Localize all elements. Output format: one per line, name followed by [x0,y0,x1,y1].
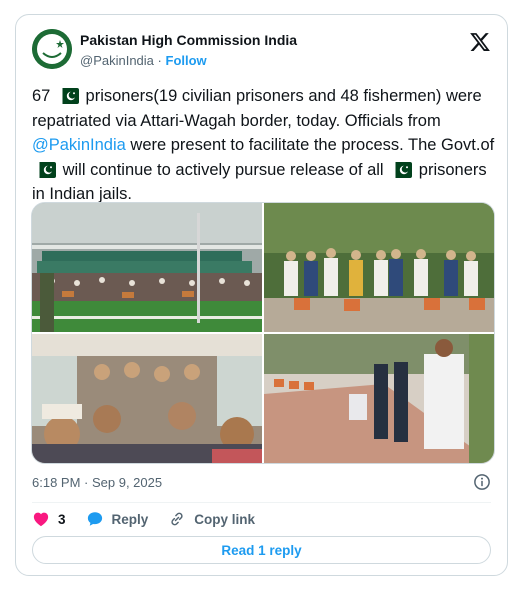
media-photo-luggage[interactable] [264,203,494,332]
copy-link-button[interactable]: Copy link [168,510,255,528]
mention-link[interactable]: @PakinIndia [32,136,126,154]
tweet-text: 67 prisoners(19 civilian prisoners and 4… [32,84,502,207]
heart-icon [33,512,49,527]
emblem-icon [32,29,72,69]
like-count: 3 [58,511,66,527]
tweet-text-part: were present to facilitate the process. … [130,136,495,154]
read-replies-button[interactable]: Read 1 reply [32,536,491,564]
tweet-text-count: 67 [32,87,51,105]
media-photo-bus[interactable] [32,334,262,463]
separator-dot: · [157,53,162,68]
media-grid [31,202,495,464]
timestamp[interactable]: 6:18 PM · Sep 9, 2025 [32,475,162,490]
pakistan-flag-icon [34,161,56,178]
like-button[interactable]: 3 [32,510,66,528]
author-handle-row: @PakinIndia · Follow [80,53,207,68]
follow-button[interactable]: Follow [166,53,207,68]
tweet-text-part: will continue to actively pursue release… [62,160,384,179]
link-icon [171,512,183,526]
media-photo-queue[interactable] [264,334,494,463]
reply-button[interactable]: Reply [86,510,149,528]
author-name[interactable]: Pakistan High Commission India [80,32,297,48]
tweet-text-part: prisoners(19 civilian prisoners and 48 f… [32,87,482,130]
media-photo-stadium[interactable] [32,203,262,332]
action-bar: 3 Reply Copy link [32,509,275,529]
divider [32,502,491,503]
author-handle[interactable]: @PakinIndia [80,53,154,68]
copy-link-label: Copy link [194,511,256,527]
x-logo-icon[interactable] [469,31,491,53]
reply-bubble-icon [87,512,102,526]
reply-label: Reply [111,511,149,527]
read-replies-label: Read 1 reply [221,542,302,558]
pakistan-flag-icon [390,161,413,178]
pakistan-flag-icon [56,88,79,104]
info-icon[interactable] [473,473,491,491]
avatar[interactable] [32,29,72,69]
tweet-card: Pakistan High Commission India @PakinInd… [15,14,508,576]
